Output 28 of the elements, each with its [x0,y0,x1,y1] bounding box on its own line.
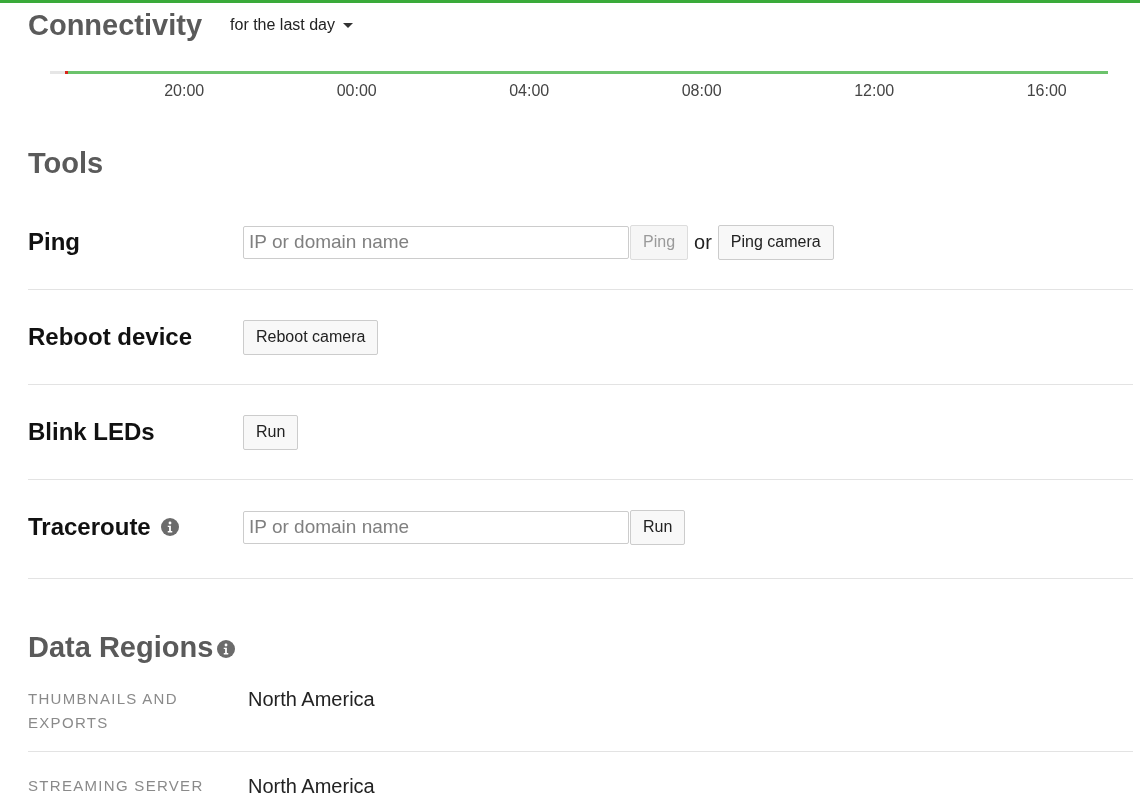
time-axis-label: 04:00 [508,82,551,100]
region-value: North America [248,687,375,711]
caret-icon [343,22,353,28]
separator-text: or [694,230,712,254]
tool-name: Traceroute [28,513,151,541]
info-icon[interactable] [217,640,236,658]
region-value: North America [248,774,375,798]
time-axis-label: 08:00 [680,82,723,100]
action-button[interactable]: Reboot camera [243,319,379,355]
time-axis-label: 00:00 [335,82,378,100]
action-button[interactable]: Run [630,509,686,545]
time-axis-label: 20:00 [163,82,206,100]
info-icon[interactable] [160,518,179,536]
section-title: Tools [28,147,105,181]
range-dropdown[interactable]: for the last day [230,16,353,34]
region-label: STREAMING SERVER [28,776,205,796]
tool-name: Reboot device [28,323,193,351]
action-button[interactable]: Ping camera [717,224,834,260]
action-button[interactable]: Run [243,414,299,450]
tool-name: Blink LEDs [28,418,155,446]
time-axis-label: 16:00 [1025,82,1068,100]
section-title: Connectivity [28,8,203,42]
region-label: THUMBNAILS AND EXPORTS [28,689,179,733]
address-field[interactable]: IP or domain name [243,225,629,259]
section-title: Data Regions [28,631,214,665]
tool-name: Ping [28,228,80,256]
address-field[interactable]: IP or domain name [243,510,629,544]
time-axis-label: 12:00 [853,82,896,100]
